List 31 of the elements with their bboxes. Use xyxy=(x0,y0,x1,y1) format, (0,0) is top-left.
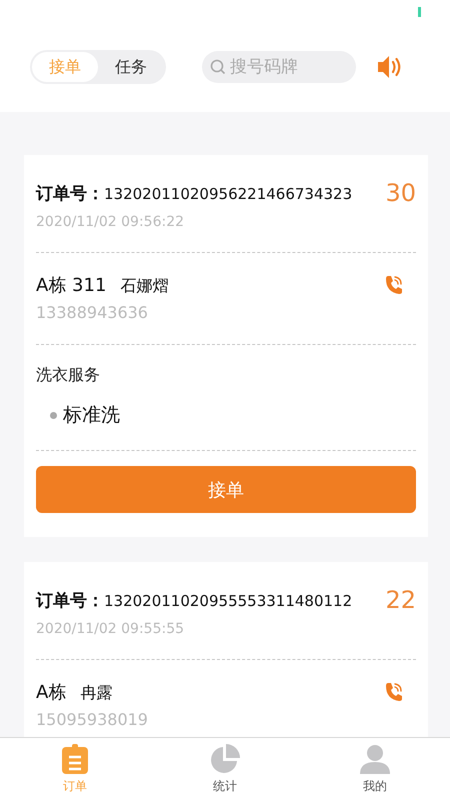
order-time: 2020/11/02 09:55:55 xyxy=(36,621,186,637)
customer-name: 石娜熠 xyxy=(120,276,168,295)
order-time: 2020/11/02 09:56:22 xyxy=(36,214,186,230)
address: A栋 xyxy=(36,682,66,703)
tab-label: 我的 xyxy=(363,778,387,795)
clipboard-icon xyxy=(62,744,88,774)
countdown: 22 xyxy=(385,586,416,614)
countdown: 30 xyxy=(385,179,416,207)
phone-number: 15095938019 xyxy=(36,710,149,729)
bullet-icon xyxy=(50,412,57,418)
phone-icon[interactable] xyxy=(384,274,404,296)
service-item: 标准洗 xyxy=(63,403,120,428)
service-title: 洗衣服务 xyxy=(36,365,101,386)
order-label: 订单号： xyxy=(36,590,104,612)
order-number: 13202011020955553311480112 xyxy=(104,592,352,610)
order-label: 订单号： xyxy=(36,182,104,204)
phone-icon[interactable] xyxy=(384,681,404,703)
pie-chart-icon xyxy=(210,744,240,774)
customer-name: 冉露 xyxy=(80,683,112,702)
search-icon xyxy=(210,59,226,75)
tab-label: 订单 xyxy=(63,778,87,795)
phone-number: 13388943636 xyxy=(36,303,149,322)
order-number: 13202011020956221466734323 xyxy=(104,184,352,202)
segment-tab[interactable]: 任务 xyxy=(98,52,164,82)
tab-item[interactable]: 统计 xyxy=(185,738,265,800)
tab-label: 统计 xyxy=(213,778,237,795)
address: A栋 311 xyxy=(36,275,106,296)
tab-item[interactable]: 我的 xyxy=(335,738,415,800)
status-indicator-icon xyxy=(418,7,421,17)
person-icon xyxy=(360,744,390,774)
search-field[interactable]: 搜号码牌 xyxy=(202,51,356,83)
